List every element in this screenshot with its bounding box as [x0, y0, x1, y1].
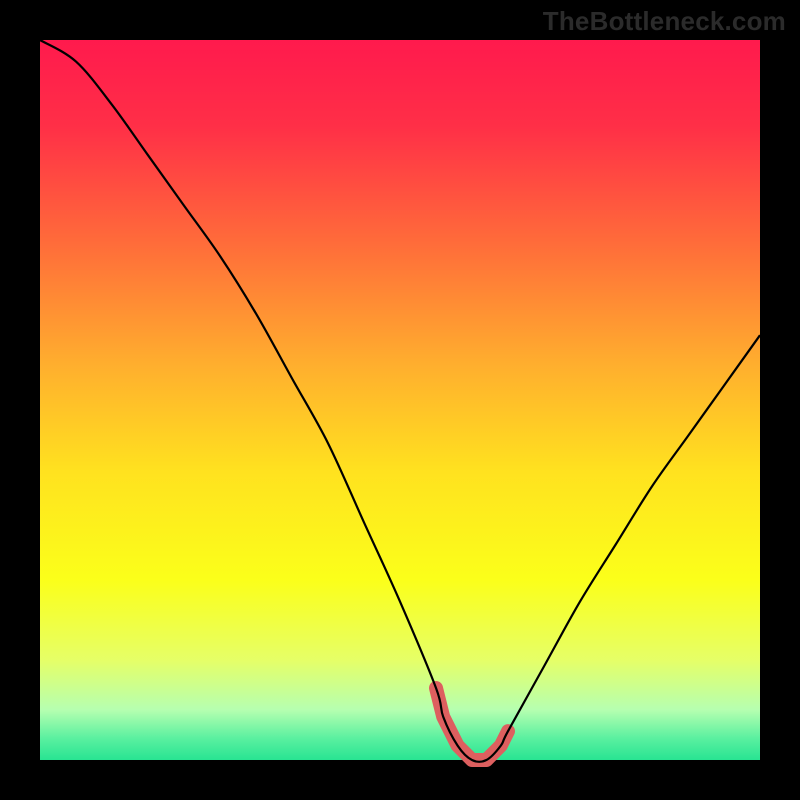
chart-frame: TheBottleneck.com	[0, 0, 800, 800]
curve-layer	[40, 40, 760, 760]
bottleneck-curve	[40, 40, 760, 762]
plot-area	[40, 40, 760, 760]
watermark-text: TheBottleneck.com	[543, 6, 786, 37]
